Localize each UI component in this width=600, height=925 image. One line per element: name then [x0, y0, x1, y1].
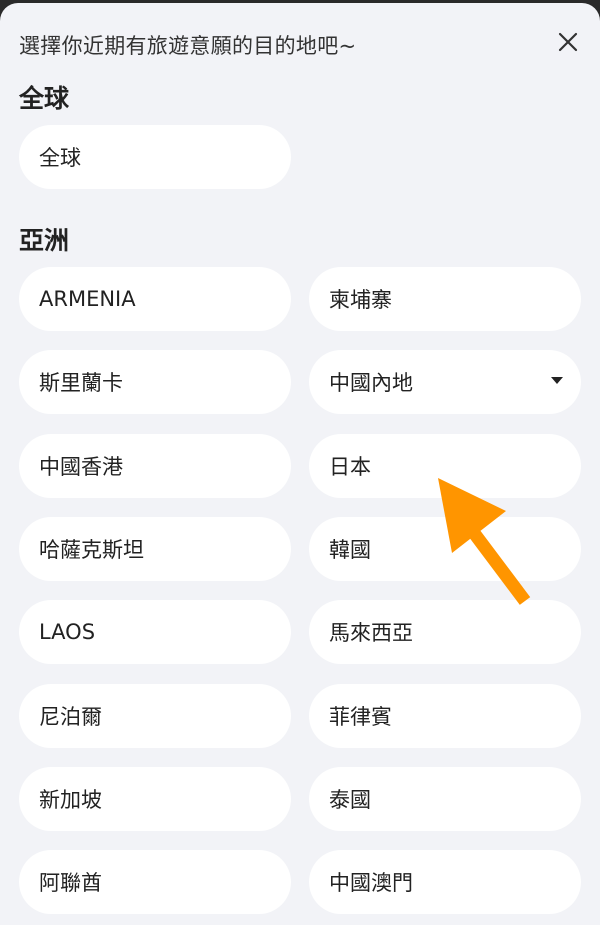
- chip-label: 菲律賓: [329, 705, 392, 729]
- chip-label: ARMENIA: [39, 287, 136, 311]
- chip-label: 阿聯酋: [39, 871, 102, 895]
- chip-label: 中國香港: [39, 455, 123, 479]
- destination-chip[interactable]: 中國澳門: [309, 850, 581, 914]
- destination-chip[interactable]: 阿聯酋: [19, 850, 291, 914]
- destination-chip[interactable]: 哈薩克斯坦: [19, 517, 291, 581]
- destination-chip[interactable]: LAOS: [19, 600, 291, 664]
- chip-label: 新加坡: [39, 788, 102, 812]
- close-icon: [558, 32, 578, 52]
- chip-label: 哈薩克斯坦: [39, 538, 144, 562]
- destination-chip[interactable]: 尼泊爾: [19, 684, 291, 748]
- destination-chip[interactable]: 斯里蘭卡: [19, 350, 291, 414]
- destination-chip[interactable]: 中國香港: [19, 434, 291, 498]
- chip-label: 中國內地: [329, 371, 413, 395]
- destination-chip[interactable]: 新加坡: [19, 767, 291, 831]
- chip-label: 中國澳門: [329, 871, 413, 895]
- destination-chip[interactable]: 韓國: [309, 517, 581, 581]
- destination-chip[interactable]: 日本: [309, 434, 581, 498]
- sheet-title: 選擇你近期有旅遊意願的目的地吧~: [19, 34, 357, 58]
- chip-label: 尼泊爾: [39, 705, 102, 729]
- destination-chip[interactable]: 泰國: [309, 767, 581, 831]
- chip-label: 泰國: [329, 788, 371, 812]
- section-title-global: 全球: [19, 84, 70, 113]
- destination-chip[interactable]: ARMENIA: [19, 267, 291, 331]
- destination-chip[interactable]: 菲律賓: [309, 684, 581, 748]
- chip-label: 斯里蘭卡: [39, 371, 123, 395]
- chip-label: 韓國: [329, 538, 371, 562]
- chip-label: LAOS: [39, 620, 96, 644]
- destination-chip[interactable]: 柬埔寨: [309, 267, 581, 331]
- chip-label: 柬埔寨: [329, 288, 392, 312]
- close-button[interactable]: [553, 27, 583, 57]
- destination-chip-dropdown[interactable]: 中國內地: [309, 350, 581, 414]
- caret-down-icon: [551, 377, 563, 384]
- chip-label: 全球: [39, 146, 81, 170]
- destination-chip[interactable]: 馬來西亞: [309, 600, 581, 664]
- chip-label: 日本: [329, 455, 371, 479]
- section-title-asia: 亞洲: [19, 226, 70, 255]
- destination-chip-global[interactable]: 全球: [19, 125, 291, 189]
- chip-label: 馬來西亞: [329, 621, 413, 645]
- destination-sheet: 選擇你近期有旅遊意願的目的地吧~ 全球 全球 亞洲 ARMENIA 柬埔寨 斯里…: [0, 3, 600, 925]
